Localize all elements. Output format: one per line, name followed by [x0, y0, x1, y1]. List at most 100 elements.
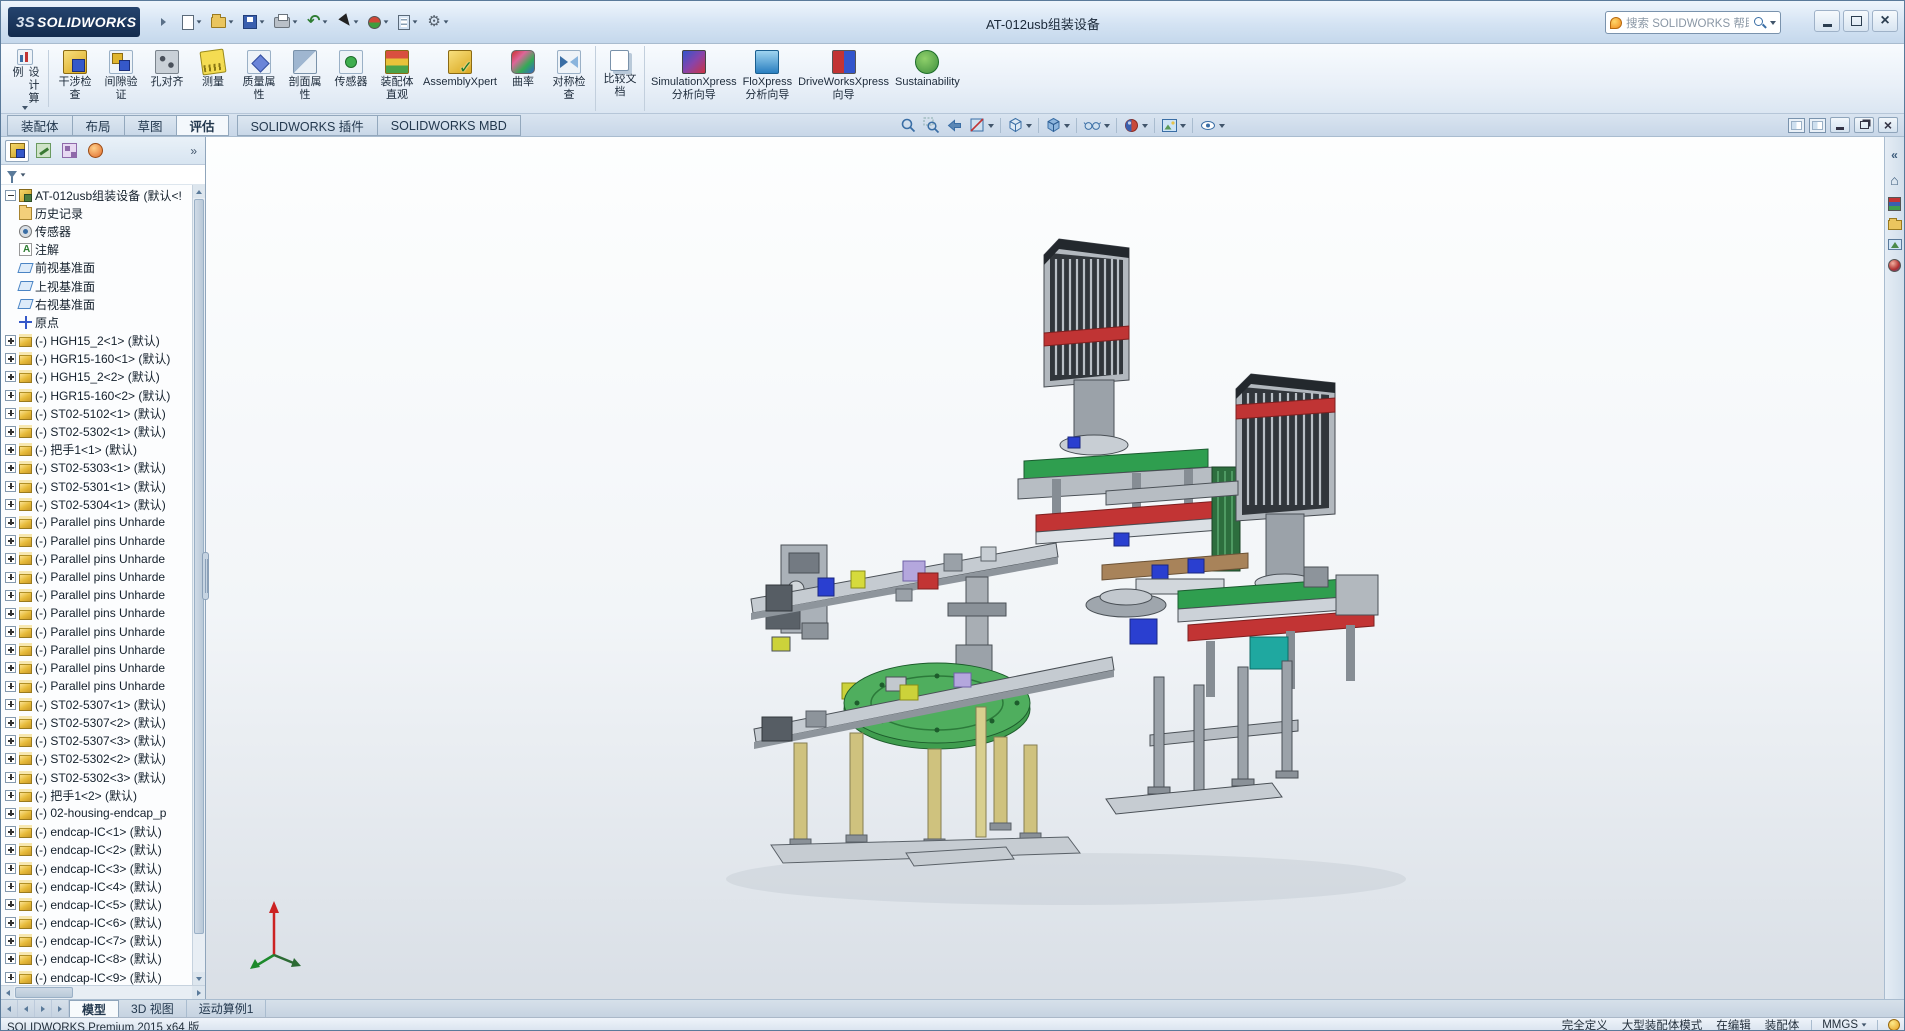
- ribbon-button[interactable]: 剖面属 性: [282, 46, 328, 111]
- tree-item[interactable]: (-) endcap-IC<5> (默认): [1, 895, 205, 913]
- tree-item[interactable]: (-) ST02-5307<2> (默认): [1, 713, 205, 731]
- tree-item[interactable]: (-) HGR15-160<2> (默认): [1, 386, 205, 404]
- edit-appearance-button[interactable]: [1121, 116, 1150, 136]
- expand-toggle[interactable]: [5, 917, 16, 928]
- expand-toggle[interactable]: [5, 390, 16, 401]
- dropdown-caret-icon[interactable]: [1104, 124, 1110, 128]
- expand-toggle[interactable]: [5, 626, 16, 637]
- quick-tool-button[interactable]: [304, 9, 331, 35]
- tree-item[interactable]: (-) 02-housing-endcap_p: [1, 804, 205, 822]
- study-tab[interactable]: 3D 视图: [119, 1000, 187, 1017]
- display-style-button[interactable]: [1043, 116, 1072, 136]
- filter-icon[interactable]: [7, 171, 17, 178]
- tree-item[interactable]: (-) HGR15-160<1> (默认): [1, 350, 205, 368]
- commandmanager-tab[interactable]: SOLIDWORKS 插件: [237, 115, 378, 136]
- expand-toggle[interactable]: [5, 790, 16, 801]
- filter-caret-icon[interactable]: [21, 173, 26, 176]
- expand-toggle[interactable]: [5, 844, 16, 855]
- search-scope-caret-icon[interactable]: [1770, 21, 1776, 25]
- dropdown-caret-icon[interactable]: [260, 20, 265, 23]
- tree-item[interactable]: (-) ST02-5302<2> (默认): [1, 750, 205, 768]
- expand-toggle[interactable]: [5, 699, 16, 710]
- tree-item[interactable]: 原点: [1, 313, 205, 331]
- expand-toggle[interactable]: [5, 590, 16, 601]
- expand-toggle[interactable]: [5, 717, 16, 728]
- expand-toggle[interactable]: [5, 662, 16, 673]
- tree-item[interactable]: (-) endcap-IC<1> (默认): [1, 823, 205, 841]
- configurationmanager-tab[interactable]: [57, 140, 81, 162]
- dropdown-caret-icon[interactable]: [354, 20, 359, 23]
- tree-item[interactable]: 传感器: [1, 222, 205, 240]
- expand-toggle[interactable]: [5, 190, 16, 201]
- expand-toggle[interactable]: [5, 953, 16, 964]
- tree-item[interactable]: (-) ST02-5303<1> (默认): [1, 459, 205, 477]
- expand-toggle[interactable]: [5, 444, 16, 455]
- commandmanager-tab[interactable]: 评估: [176, 115, 229, 136]
- solidworks-logo[interactable]: 3S SOLIDWORKS: [8, 7, 140, 37]
- ribbon-button[interactable]: SimulationXpress 分析向导: [644, 46, 740, 111]
- zoom-fit-button[interactable]: [898, 116, 919, 136]
- tile-vertical-icon[interactable]: [1809, 118, 1826, 133]
- assembly-3d-model[interactable]: [206, 137, 1886, 999]
- expand-toggle[interactable]: [5, 735, 16, 746]
- expand-toggle[interactable]: [5, 462, 16, 473]
- tree-item[interactable]: (-) 把手1<2> (默认): [1, 786, 205, 804]
- pane-overflow-button[interactable]: »: [186, 144, 201, 158]
- zoom-area-button[interactable]: [921, 116, 942, 136]
- dropdown-caret-icon[interactable]: [293, 20, 298, 23]
- tree-item[interactable]: (-) ST02-5307<1> (默认): [1, 695, 205, 713]
- tree-horizontal-scrollbar[interactable]: [1, 985, 205, 999]
- document-minimize-button[interactable]: [1830, 117, 1850, 133]
- view-palette-icon[interactable]: [1888, 239, 1902, 250]
- expand-toggle[interactable]: [5, 335, 16, 346]
- document-close-button[interactable]: [1878, 117, 1898, 133]
- commandmanager-tab[interactable]: SOLIDWORKS MBD: [377, 115, 521, 136]
- displaymanager-tab[interactable]: [83, 140, 107, 162]
- tree-item[interactable]: (-) Parallel pins Unharde: [1, 586, 205, 604]
- quick-tool-button[interactable]: [208, 9, 237, 35]
- tree-item[interactable]: (-) Parallel pins Unharde: [1, 568, 205, 586]
- solidworks-resources-icon[interactable]: [1887, 172, 1903, 188]
- view-orientation-button[interactable]: [1005, 116, 1034, 136]
- tree-item[interactable]: 右视基准面: [1, 295, 205, 313]
- scroll-up-button[interactable]: [193, 185, 205, 198]
- scroll-down-button[interactable]: [193, 972, 205, 985]
- quick-tool-button[interactable]: [334, 9, 362, 35]
- scroll-right-button[interactable]: [192, 986, 205, 999]
- dropdown-caret-icon[interactable]: [1142, 124, 1148, 128]
- commandmanager-tab[interactable]: 布局: [72, 115, 125, 136]
- tree-item[interactable]: (-) ST02-5102<1> (默认): [1, 404, 205, 422]
- quick-tips-icon[interactable]: [1888, 1019, 1900, 1031]
- collapse-taskpane-icon[interactable]: [1887, 147, 1903, 163]
- tree-item[interactable]: (-) ST02-5307<3> (默认): [1, 732, 205, 750]
- quick-tool-button[interactable]: [424, 9, 451, 35]
- file-explorer-icon[interactable]: [1888, 220, 1902, 230]
- ribbon-button[interactable]: 装配体 直观: [374, 46, 420, 111]
- previous-view-button[interactable]: [944, 116, 965, 136]
- commandmanager-tab[interactable]: 草图: [124, 115, 177, 136]
- tree-item[interactable]: (-) endcap-IC<4> (默认): [1, 877, 205, 895]
- expand-toggle[interactable]: [5, 772, 16, 783]
- dropdown-caret-icon[interactable]: [1026, 124, 1032, 128]
- tree-item[interactable]: (-) Parallel pins Unharde: [1, 532, 205, 550]
- view-settings-button[interactable]: [1197, 116, 1227, 136]
- tree-item[interactable]: (-) ST02-5302<3> (默认): [1, 768, 205, 786]
- search-icon[interactable]: [1753, 16, 1766, 29]
- tree-item[interactable]: (-) HGH15_2<2> (默认): [1, 368, 205, 386]
- ribbon-button[interactable]: 孔对齐: [144, 46, 190, 111]
- minimize-button[interactable]: [1814, 10, 1840, 32]
- tree-item[interactable]: (-) Parallel pins Unharde: [1, 550, 205, 568]
- quick-tool-button[interactable]: [271, 9, 301, 35]
- tree-item[interactable]: (-) ST02-5301<1> (默认): [1, 477, 205, 495]
- tree-item[interactable]: (-) endcap-IC<7> (默认): [1, 932, 205, 950]
- tree-item[interactable]: (-) endcap-IC<9> (默认): [1, 968, 205, 985]
- section-view-button[interactable]: [967, 116, 996, 136]
- tree-item[interactable]: 注解: [1, 241, 205, 259]
- ribbon-button[interactable]: DriveWorksXpress 向导: [795, 46, 892, 111]
- ribbon-button[interactable]: 质量属 性: [236, 46, 282, 111]
- propertymanager-tab[interactable]: [31, 140, 55, 162]
- study-tab[interactable]: 运动算例1: [187, 1000, 267, 1017]
- scrollbar-thumb[interactable]: [15, 987, 73, 998]
- tree-item[interactable]: (-) Parallel pins Unharde: [1, 513, 205, 531]
- tree-item[interactable]: (-) endcap-IC<6> (默认): [1, 914, 205, 932]
